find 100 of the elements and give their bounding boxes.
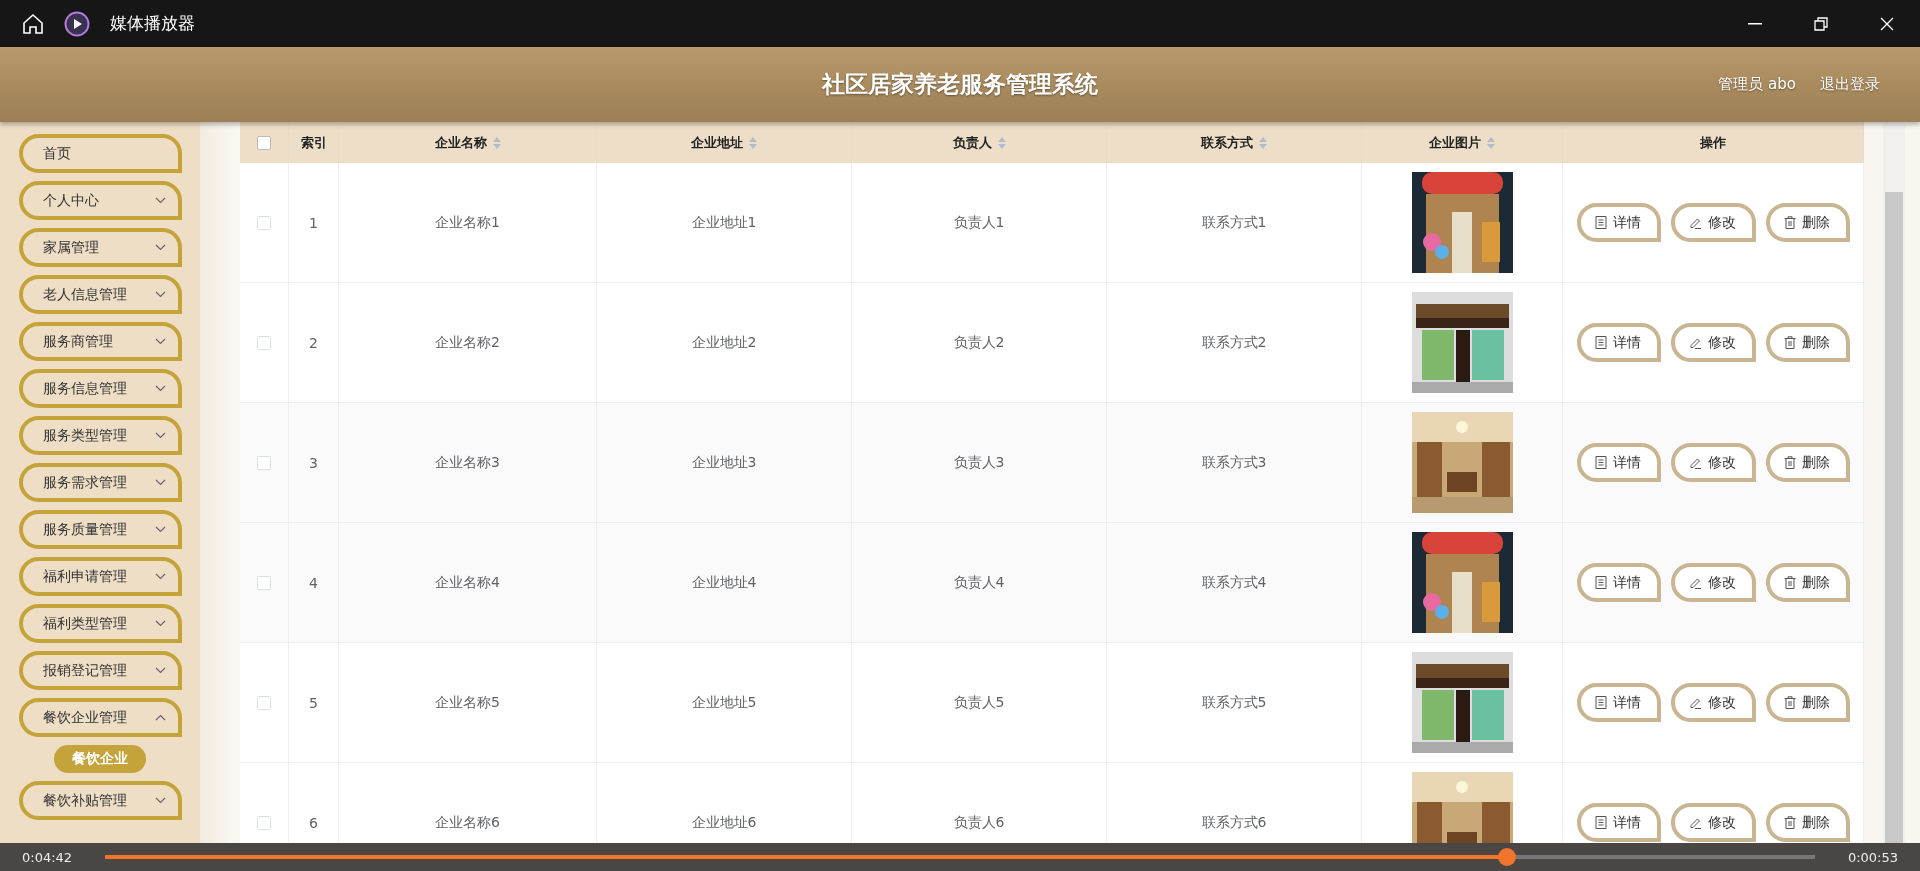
document-icon	[1594, 456, 1607, 469]
checkbox[interactable]	[257, 695, 271, 710]
delete-button[interactable]: 删除	[1765, 683, 1850, 722]
table-cell: 企业地址5	[691, 693, 757, 712]
column-header: 企业名称	[434, 133, 487, 152]
remaining-time: 0:00:53	[1847, 849, 1898, 865]
detail-button[interactable]: 详情	[1576, 203, 1661, 242]
trash-icon	[1783, 696, 1796, 709]
document-icon	[1594, 696, 1607, 709]
table-cell: 企业地址3	[691, 453, 757, 472]
menu-item[interactable]: 服务需求管理	[18, 463, 182, 502]
chevron-down-icon	[154, 197, 166, 204]
checkbox[interactable]	[257, 455, 271, 470]
delete-button[interactable]: 删除	[1765, 443, 1850, 482]
table-cell: 企业名称6	[435, 813, 500, 832]
table-cell: 联系方式1	[1201, 213, 1267, 232]
chevron-down-icon	[154, 338, 166, 345]
table-cell: 联系方式3	[1201, 453, 1267, 472]
menu-item[interactable]: 福利类型管理	[18, 604, 182, 643]
chevron-down-icon	[154, 526, 166, 533]
menu-item[interactable]: 服务质量管理	[18, 510, 182, 549]
table-cell: 企业名称4	[435, 573, 500, 592]
document-icon	[1594, 576, 1607, 589]
menu-item[interactable]: 福利申请管理	[18, 557, 182, 596]
menu-item[interactable]: 服务类型管理	[18, 416, 182, 455]
detail-button[interactable]: 详情	[1576, 563, 1661, 602]
sort-icon[interactable]	[492, 136, 501, 149]
table-cell: 4	[309, 574, 318, 591]
home-icon[interactable]	[22, 12, 44, 35]
sort-icon[interactable]	[1487, 136, 1495, 149]
seek-handle[interactable]	[1498, 848, 1517, 866]
sort-icon[interactable]	[1259, 136, 1267, 149]
detail-button[interactable]: 详情	[1576, 683, 1661, 722]
edit-button[interactable]: 修改	[1670, 563, 1756, 602]
detail-button[interactable]: 详情	[1576, 443, 1661, 482]
table-cell: 企业名称5	[435, 693, 500, 712]
restore-icon	[1814, 16, 1828, 31]
sort-icon[interactable]	[749, 136, 757, 149]
edit-button[interactable]: 修改	[1670, 323, 1756, 362]
chevron-down-icon	[154, 244, 166, 251]
column-header: 操作	[1700, 133, 1726, 152]
window-title: 媒体播放器	[110, 12, 195, 35]
scrollbar[interactable]	[1883, 122, 1905, 843]
close-icon	[1880, 16, 1894, 31]
edit-button[interactable]: 修改	[1670, 803, 1756, 842]
sort-icon[interactable]	[997, 136, 1006, 149]
table-cell: 联系方式2	[1201, 333, 1267, 352]
pencil-icon	[1688, 336, 1702, 349]
user-label: 管理员 abo	[1718, 75, 1796, 94]
menu-item[interactable]: 家属管理	[18, 228, 182, 267]
document-icon	[1594, 216, 1607, 229]
table-cell: 联系方式5	[1201, 693, 1267, 712]
menu-item[interactable]: 报销登记管理	[18, 651, 182, 690]
detail-button[interactable]: 详情	[1576, 323, 1661, 362]
chevron-down-icon	[154, 291, 166, 298]
table-cell: 企业地址4	[691, 573, 757, 592]
trash-icon	[1783, 336, 1796, 349]
table-cell: 1	[309, 214, 318, 231]
table-cell: 5	[309, 694, 318, 711]
pencil-icon	[1688, 216, 1702, 229]
play-icon	[64, 10, 90, 37]
column-header: 索引	[300, 133, 327, 152]
delete-button[interactable]: 删除	[1765, 563, 1850, 602]
checkbox[interactable]	[257, 815, 271, 830]
checkbox[interactable]	[257, 135, 271, 150]
menu-item[interactable]: 老人信息管理	[18, 275, 182, 314]
column-header: 负责人	[952, 133, 992, 152]
trash-icon	[1783, 456, 1796, 469]
menu-item[interactable]: 首页	[18, 134, 182, 173]
menu-item[interactable]: 餐饮企业管理	[18, 698, 182, 737]
delete-button[interactable]: 删除	[1765, 203, 1850, 242]
checkbox[interactable]	[257, 335, 271, 350]
checkbox[interactable]	[257, 575, 271, 590]
column-header: 企业地址	[691, 133, 743, 152]
chevron-down-icon	[154, 385, 166, 392]
edit-button[interactable]: 修改	[1670, 443, 1756, 482]
checkbox[interactable]	[257, 215, 271, 230]
column-header: 联系方式	[1201, 133, 1253, 152]
table-cell: 企业地址6	[691, 813, 757, 832]
menu-item[interactable]: 餐饮补贴管理	[18, 781, 182, 820]
table-cell: 联系方式6	[1201, 813, 1267, 832]
table-cell: 负责人2	[953, 333, 1005, 352]
menu-item[interactable]: 服务信息管理	[18, 369, 182, 408]
table-cell: 企业地址2	[691, 333, 757, 352]
delete-button[interactable]: 删除	[1765, 803, 1850, 842]
table-cell: 企业地址1	[691, 213, 757, 232]
menu-item[interactable]: 服务商管理	[18, 322, 182, 361]
delete-button[interactable]: 删除	[1765, 323, 1850, 362]
detail-button[interactable]: 详情	[1576, 803, 1661, 842]
edit-button[interactable]: 修改	[1670, 203, 1756, 242]
chevron-down-icon	[154, 667, 166, 674]
trash-icon	[1783, 576, 1796, 589]
table-cell: 负责人6	[953, 813, 1005, 832]
edit-button[interactable]: 修改	[1670, 683, 1756, 722]
table-cell: 企业名称2	[435, 333, 500, 352]
table-cell: 联系方式4	[1201, 573, 1267, 592]
chevron-down-icon	[154, 573, 166, 580]
chevron-down-icon	[154, 797, 166, 804]
chevron-down-icon	[154, 620, 166, 627]
menu-item[interactable]: 个人中心	[18, 181, 182, 220]
